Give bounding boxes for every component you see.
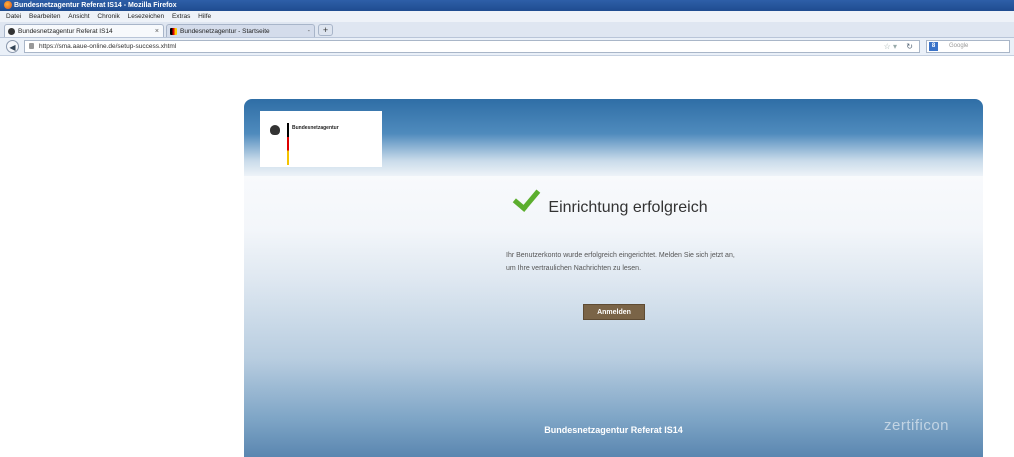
menu-chronik[interactable]: Chronik xyxy=(97,13,119,20)
page-header: Bundesnetzagentur xyxy=(244,99,983,176)
eagle-icon xyxy=(270,125,280,135)
footer-text: Bundesnetzagentur Referat IS14 xyxy=(544,425,683,435)
navigation-bar: ◀ https://sma.aaue-online.de/setup-succe… xyxy=(0,38,1014,56)
tab-favicon-icon xyxy=(170,28,177,35)
zertificon-watermark: zertificon xyxy=(884,417,950,434)
url-bar[interactable]: https://sma.aaue-online.de/setup-success… xyxy=(24,40,920,53)
success-heading: Einrichtung erfolgreich xyxy=(548,199,708,216)
login-button[interactable]: Anmelden xyxy=(583,304,645,320)
tab-label: Bundesnetzagentur - Startseite xyxy=(180,28,270,35)
firefox-icon xyxy=(4,1,12,9)
success-heading-row: Einrichtung erfolgreich xyxy=(244,183,983,217)
tab-label: Bundesnetzagentur Referat IS14 xyxy=(18,28,113,35)
search-placeholder: Google xyxy=(949,43,969,49)
tab-active[interactable]: Bundesnetzagentur Referat IS14 × xyxy=(4,24,164,37)
search-engine-icon[interactable]: 8 xyxy=(929,42,938,51)
close-tab-icon[interactable]: × xyxy=(155,25,159,38)
lock-icon xyxy=(29,43,34,49)
menu-ansicht[interactable]: Ansicht xyxy=(68,13,89,20)
bookmark-star-icon[interactable]: ☆ ▾ xyxy=(884,41,897,52)
tab-inactive[interactable]: Bundesnetzagentur - Startseite - xyxy=(166,24,315,37)
tab-bar: Bundesnetzagentur Referat IS14 × Bundesn… xyxy=(0,22,1014,38)
window-titlebar: Bundesnetzagentur Referat IS14 - Mozilla… xyxy=(0,0,1014,11)
new-tab-button[interactable]: + xyxy=(318,24,333,36)
close-tab-icon[interactable]: - xyxy=(308,25,310,38)
menu-datei[interactable]: Datei xyxy=(6,13,21,20)
back-button[interactable]: ◀ xyxy=(6,40,19,53)
menu-extras[interactable]: Extras xyxy=(172,13,190,20)
menu-hilfe[interactable]: Hilfe xyxy=(198,13,211,20)
success-message: Ihr Benutzerkonto wurde erfolgreich eing… xyxy=(506,252,735,272)
url-text: https://sma.aaue-online.de/setup-success… xyxy=(39,43,177,50)
content-panel: Bundesnetzagentur Einrichtung erfolgreic… xyxy=(244,99,983,457)
menu-bar: Datei Bearbeiten Ansicht Chronik Lesezei… xyxy=(0,11,1014,22)
search-input[interactable]: 8 Google xyxy=(926,40,1010,53)
checkmark-icon xyxy=(513,183,541,212)
tab-favicon-icon xyxy=(8,28,15,35)
flag-stripe xyxy=(287,123,289,165)
logo-box: Bundesnetzagentur xyxy=(260,111,382,167)
window-title: Bundesnetzagentur Referat IS14 - Mozilla… xyxy=(14,2,177,9)
menu-lesezeichen[interactable]: Lesezeichen xyxy=(128,13,165,20)
logo-text: Bundesnetzagentur xyxy=(292,125,339,131)
menu-bearbeiten[interactable]: Bearbeiten xyxy=(29,13,60,20)
reload-icon[interactable]: ↻ xyxy=(906,41,913,52)
